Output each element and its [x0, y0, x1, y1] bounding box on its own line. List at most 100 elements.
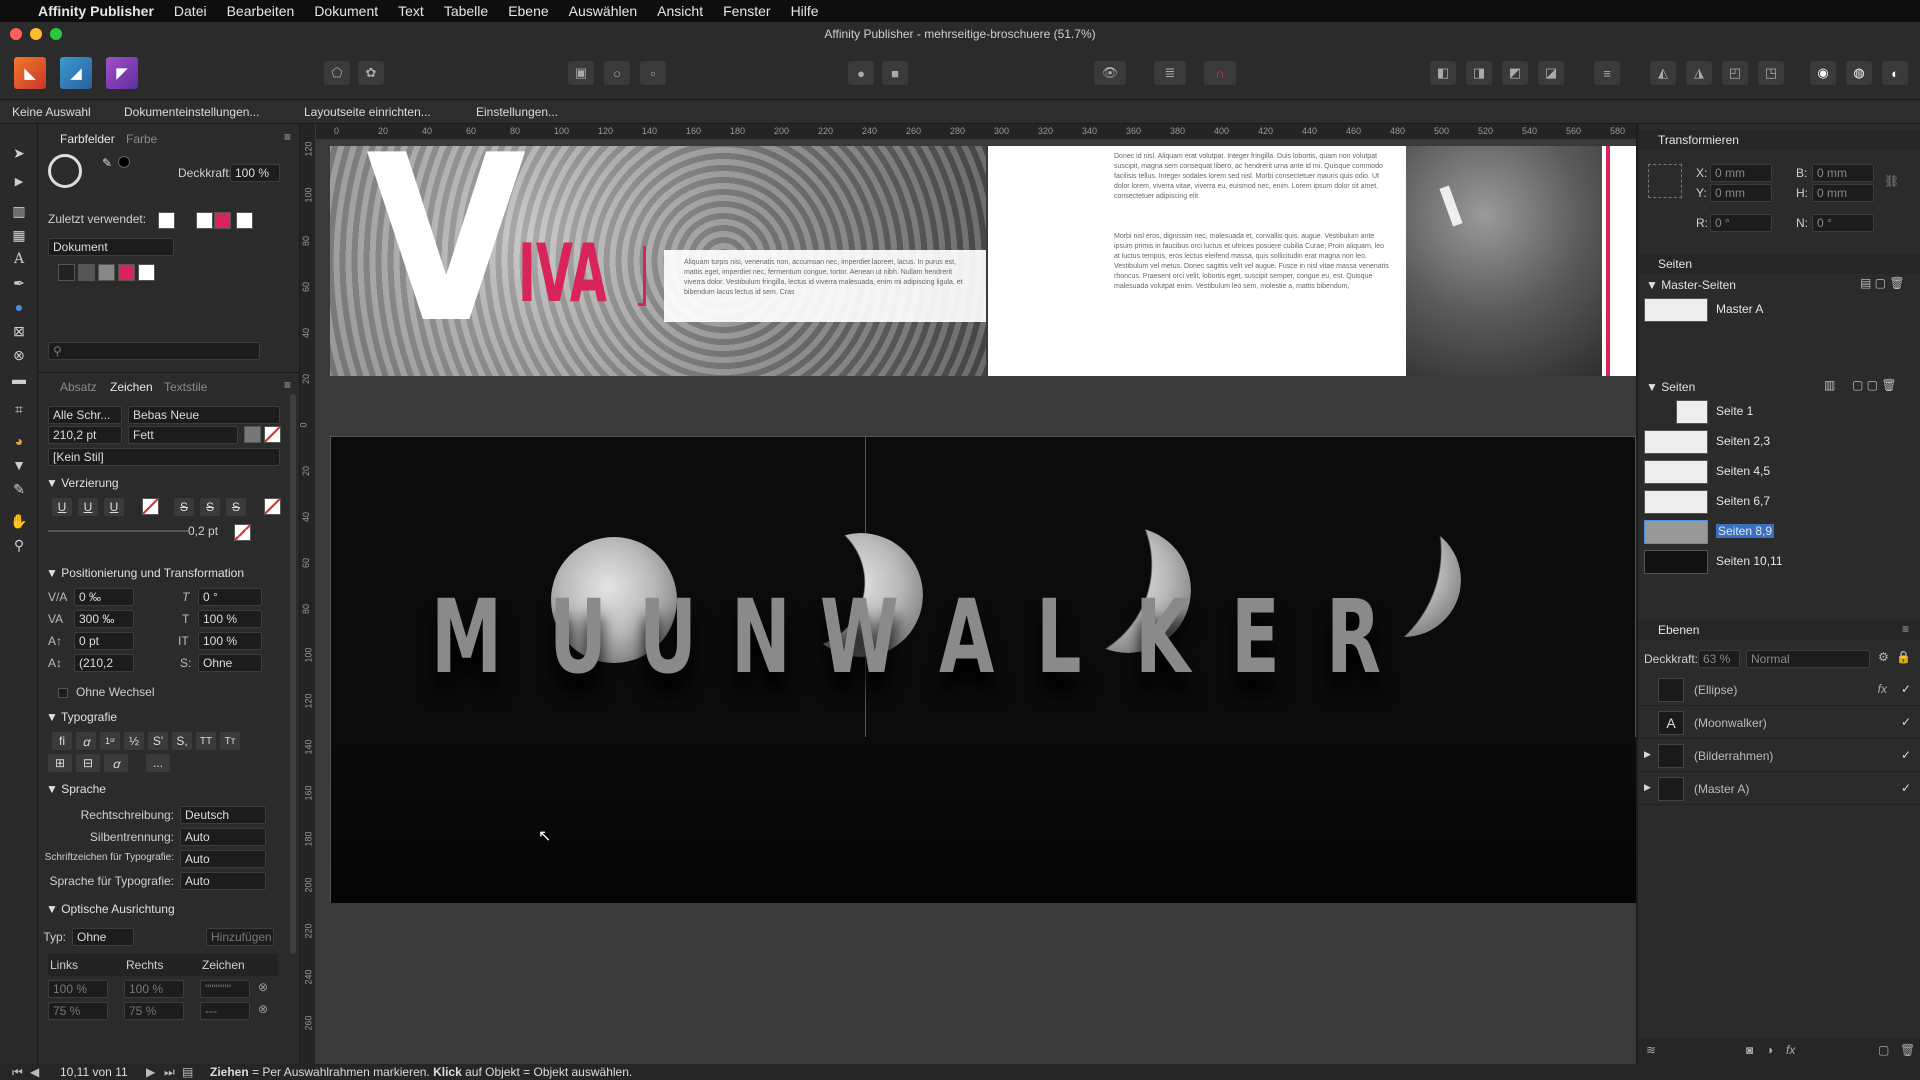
menu-tabelle[interactable]: Tabelle: [434, 3, 498, 19]
x-field[interactable]: 0 mm: [1710, 164, 1772, 182]
optical-row2-right[interactable]: 75 %: [124, 1002, 184, 1020]
typography-section-header[interactable]: ▼ Typografie: [46, 710, 117, 724]
anchor-selector[interactable]: [1648, 164, 1682, 198]
layer-opacity-field[interactable]: 63 %: [1698, 650, 1740, 668]
page-row[interactable]: Seiten 10,11: [1638, 548, 1920, 576]
no-break-checkbox[interactable]: [58, 688, 68, 698]
doc-swatch-lightgray[interactable]: [98, 264, 115, 281]
document-settings-button[interactable]: Dokumenteinstellungen...: [124, 105, 259, 119]
text-stroke-swatch[interactable]: [264, 426, 281, 443]
close-window-button[interactable]: [10, 28, 22, 40]
font-family-select[interactable]: Bebas Neue: [128, 406, 280, 424]
y-field[interactable]: 0 mm: [1710, 184, 1772, 202]
layers-panel-menu-icon[interactable]: ≡: [1902, 622, 1909, 636]
discretionary-lig-button[interactable]: ꭤ: [76, 732, 96, 750]
place-image-tool-icon[interactable]: ▬: [8, 368, 30, 390]
arrange-bottom-icon[interactable]: ◪: [1538, 61, 1564, 85]
rotation-field[interactable]: 0 °: [1710, 214, 1772, 232]
typo-more-button[interactable]: ...: [146, 754, 170, 772]
font-collection-select[interactable]: Alle Schr...: [48, 406, 122, 424]
arrange-forward-icon[interactable]: ◨: [1466, 61, 1492, 85]
assets-icon[interactable]: ⬠: [324, 61, 350, 85]
optical-row2-char[interactable]: ---: [200, 1002, 250, 1020]
shear-field[interactable]: 0 °: [1812, 214, 1874, 232]
strike-color-swatch[interactable]: [264, 498, 281, 515]
palette-select[interactable]: Dokument: [48, 238, 174, 256]
all-caps-button[interactable]: TT: [196, 732, 216, 750]
preferences-button[interactable]: Einstellungen...: [476, 105, 558, 119]
superscript-ordinal-button[interactable]: 1ˢᵗ: [100, 732, 120, 750]
delete-layer-icon[interactable]: 🗑: [1900, 1043, 1915, 1057]
double-underline-button[interactable]: U: [78, 498, 98, 516]
menu-datei[interactable]: Datei: [164, 3, 217, 19]
node-tool-icon[interactable]: ▶: [8, 170, 30, 192]
optical-row1-right[interactable]: 100 %: [124, 980, 184, 998]
page-indicator[interactable]: 10,11 von 11: [60, 1065, 128, 1079]
tab-text-styles[interactable]: Textstile: [164, 380, 207, 394]
link-ratio-icon[interactable]: ⛓: [1884, 174, 1899, 188]
layer-row[interactable]: ▶ (Bilderrahmen) ✓: [1638, 740, 1920, 772]
tab-paragraph[interactable]: Absatz: [60, 380, 97, 394]
panel-scrollbar[interactable]: [290, 394, 296, 954]
layer-fx-icon[interactable]: fx: [1878, 682, 1887, 696]
last-page-icon[interactable]: ⏭: [164, 1065, 175, 1080]
layer-settings-gear-icon[interactable]: ⚙: [1878, 650, 1889, 664]
photo-persona-icon[interactable]: ◢: [60, 57, 92, 89]
master-pages-header[interactable]: ▼ Master-Seiten: [1646, 278, 1736, 292]
menu-hilfe[interactable]: Hilfe: [781, 3, 829, 19]
prev-page-icon[interactable]: ◀: [30, 1065, 39, 1079]
picture-frame-tool-icon[interactable]: ⊠: [8, 320, 30, 342]
optical-type-select[interactable]: Ohne: [72, 928, 134, 946]
page-row[interactable]: Seiten 6,7: [1638, 488, 1920, 516]
position-section-header[interactable]: ▼ Positionierung und Transformation: [46, 566, 244, 580]
artistic-text-tool-icon[interactable]: A: [8, 248, 30, 270]
recent-swatch-1[interactable]: [158, 212, 175, 229]
tracking-field[interactable]: 300 ‰: [74, 610, 134, 628]
page-row[interactable]: Seite 1: [1638, 398, 1920, 426]
layer-visibility-checkbox[interactable]: ✓: [1901, 715, 1911, 729]
minimize-window-button[interactable]: [30, 28, 42, 40]
align-icon[interactable]: ≡: [1594, 61, 1620, 85]
char-panel-menu-icon[interactable]: ≡: [284, 378, 291, 392]
boolean-intersect-icon[interactable]: ◐: [1882, 61, 1908, 85]
square-icon[interactable]: ■: [882, 61, 908, 85]
flip-vertical-icon[interactable]: ◮: [1686, 61, 1712, 85]
h-field[interactable]: 0 mm: [1812, 184, 1874, 202]
rotate-right-icon[interactable]: ◳: [1758, 61, 1784, 85]
doc-swatch-white[interactable]: [138, 264, 155, 281]
baseline-field[interactable]: 0 pt: [74, 632, 134, 650]
w-field[interactable]: 0 mm: [1812, 164, 1874, 182]
boolean-subtract-icon[interactable]: ◍: [1846, 61, 1872, 85]
strikethrough-button[interactable]: S: [174, 498, 194, 516]
fill-tool-icon[interactable]: ▼: [8, 454, 30, 476]
body-text-col1[interactable]: Donec id nisl. Aliquam erat volutpat. In…: [1114, 152, 1390, 202]
case-select[interactable]: Ohne: [198, 654, 262, 672]
hand-tool-icon[interactable]: ✋: [8, 510, 30, 532]
optical-row2-left[interactable]: 75 %: [48, 1002, 108, 1020]
swatch-opacity-field[interactable]: 100 %: [230, 164, 280, 182]
spelling-select[interactable]: Deutsch: [180, 806, 266, 824]
adjustment-icon[interactable]: ◑: [1766, 1043, 1773, 1057]
preview-mode-icon[interactable]: 👁: [1094, 61, 1126, 85]
underline-button[interactable]: U: [52, 498, 72, 516]
menu-app[interactable]: Affinity Publisher: [28, 3, 164, 19]
typo-script-select[interactable]: Auto: [180, 850, 266, 868]
pin-icon[interactable]: ●: [848, 61, 874, 85]
arrange-back-icon[interactable]: ◩: [1502, 61, 1528, 85]
optical-section-header[interactable]: ▼ Optische Ausrichtung: [46, 902, 175, 916]
underline-color-swatch[interactable]: [142, 498, 159, 515]
leading-field[interactable]: (210,2: [74, 654, 134, 672]
body-text-col2[interactable]: Morbi nisl eros, dignissim nec, malesuad…: [1114, 232, 1390, 292]
double-strikethrough-button[interactable]: S: [200, 498, 220, 516]
add-mask-icon[interactable]: ◙: [1746, 1043, 1753, 1057]
preflight-icon[interactable]: ✿: [358, 61, 384, 85]
optical-row1-char[interactable]: ""'""'": [200, 980, 250, 998]
master-a-row[interactable]: Master A: [1638, 296, 1920, 324]
menu-text[interactable]: Text: [388, 3, 434, 19]
char-style-select[interactable]: [Kein Stil]: [48, 448, 280, 466]
layer-row[interactable]: (Ellipse) fx ✓: [1638, 674, 1920, 706]
zoom-window-button[interactable]: [50, 28, 62, 40]
pages-panel-header[interactable]: Seiten: [1638, 254, 1920, 274]
frame-text-tool-icon[interactable]: ▥: [8, 200, 30, 222]
menu-ebene[interactable]: Ebene: [498, 3, 558, 19]
